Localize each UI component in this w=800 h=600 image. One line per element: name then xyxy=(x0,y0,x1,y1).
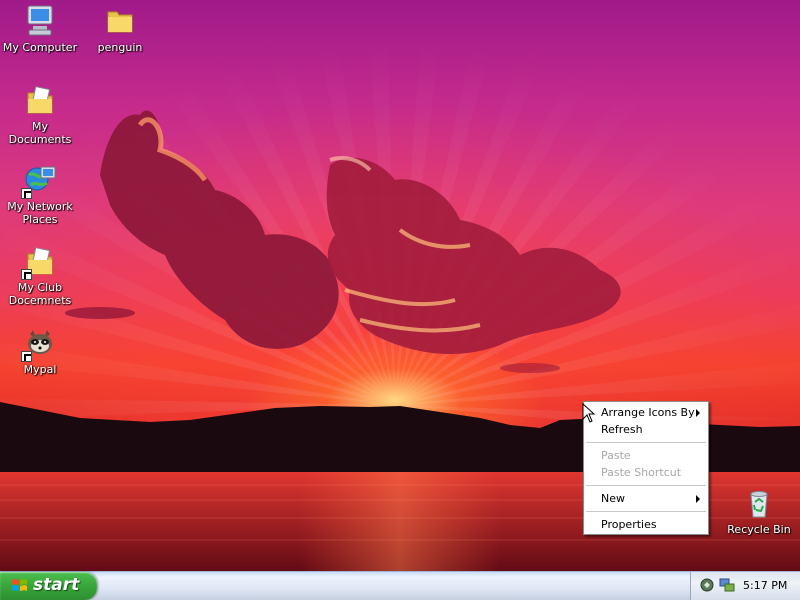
desktop-icon-label: Recycle Bin xyxy=(727,523,791,536)
documents-folder-icon xyxy=(23,83,57,117)
folder-icon xyxy=(103,4,137,38)
recycle-bin-icon xyxy=(742,486,776,520)
taskbar: start 5:17 PM xyxy=(0,571,800,600)
documents-folder-icon xyxy=(21,244,57,280)
desktop-icon-my-network-places[interactable]: My Network Places xyxy=(0,163,80,226)
menu-item-paste: Paste xyxy=(584,447,708,464)
submenu-arrow-icon xyxy=(696,409,700,417)
menu-item-refresh[interactable]: Refresh xyxy=(584,421,708,438)
menu-item-label: Paste Shortcut xyxy=(601,466,682,479)
desktop-icon-label: My Club Docemnets xyxy=(8,281,72,307)
menu-item-paste-shortcut: Paste Shortcut xyxy=(584,464,708,481)
desktop-icon-label: penguin xyxy=(97,41,143,54)
menu-separator xyxy=(586,485,706,486)
shortcut-arrow-icon xyxy=(21,269,32,280)
menu-item-new[interactable]: New xyxy=(584,490,708,507)
desktop-context-menu: Arrange Icons By Refresh Paste Paste Sho… xyxy=(583,401,709,535)
menu-item-label: Refresh xyxy=(601,423,643,436)
submenu-arrow-icon xyxy=(696,495,700,503)
start-button[interactable]: start xyxy=(0,572,97,600)
desktop-icon-recycle-bin[interactable]: Recycle Bin xyxy=(719,486,799,536)
desktop-icon-mypal[interactable]: Mypal xyxy=(0,326,80,376)
network-connection-icon[interactable] xyxy=(719,578,735,593)
desktop-icon-label: My Documents xyxy=(8,120,72,146)
computer-icon xyxy=(23,4,57,38)
menu-item-arrange-icons-by[interactable]: Arrange Icons By xyxy=(584,404,708,421)
wallpaper-clouds xyxy=(65,110,621,373)
desktop-icon-label: Mypal xyxy=(23,363,57,376)
menu-separator xyxy=(586,511,706,512)
shortcut-arrow-icon xyxy=(21,188,32,199)
menu-item-properties[interactable]: Properties xyxy=(584,516,708,533)
menu-item-label: Paste xyxy=(601,449,631,462)
desktop-icon-my-documents[interactable]: My Documents xyxy=(0,83,80,146)
raccoon-icon xyxy=(21,326,57,362)
menu-item-label: Arrange Icons By xyxy=(601,406,695,419)
desktop-icon-label: My Computer xyxy=(2,41,78,54)
menu-item-label: New xyxy=(601,492,625,505)
desktop-icon-my-club-docemnets[interactable]: My Club Docemnets xyxy=(0,244,80,307)
windows-logo-icon xyxy=(12,579,27,591)
mouse-cursor-icon xyxy=(582,403,596,423)
desktop-icon-my-computer[interactable]: My Computer xyxy=(0,4,80,54)
menu-item-label: Properties xyxy=(601,518,657,531)
desktop-icon-label: My Network Places xyxy=(7,200,73,226)
network-places-icon xyxy=(21,163,57,199)
desktop-icon-penguin[interactable]: penguin xyxy=(80,4,160,54)
menu-separator xyxy=(586,442,706,443)
shortcut-arrow-icon xyxy=(21,351,32,362)
taskbar-clock[interactable]: 5:17 PM xyxy=(743,579,787,592)
network-shield-icon[interactable] xyxy=(700,578,714,592)
start-label: start xyxy=(33,575,80,595)
